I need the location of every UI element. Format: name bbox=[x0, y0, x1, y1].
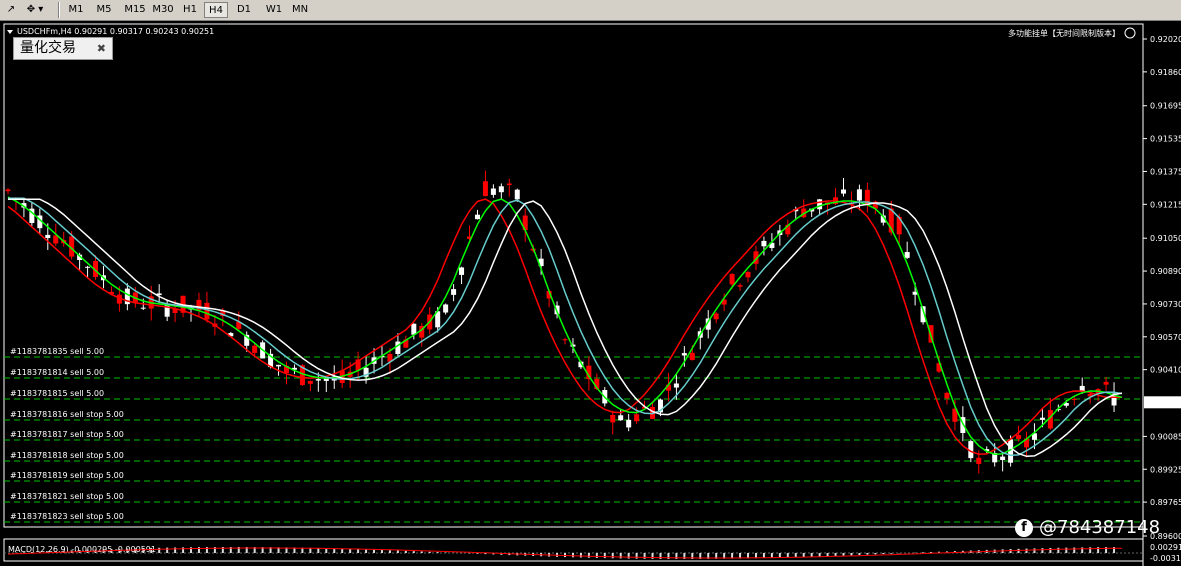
macd-axis-label: -0.00316 bbox=[1150, 554, 1181, 563]
candle-body bbox=[1016, 435, 1022, 439]
macd-axis-label: 0.00291 bbox=[1150, 543, 1181, 552]
watermark-text: @784387148 bbox=[1039, 517, 1161, 538]
expert-name: 多功能挂单【无时间限制版本】 bbox=[1008, 28, 1120, 38]
timeframe-m30-button[interactable]: M30 bbox=[148, 2, 178, 18]
candle-body bbox=[856, 189, 862, 201]
expert-advisor-panel[interactable]: 量化交易 ✖ bbox=[13, 37, 113, 60]
expert-advisor-label: 量化交易 bbox=[20, 40, 76, 56]
price-axis-label: 0.91215 bbox=[1150, 200, 1181, 209]
price-axis-label: 0.91695 bbox=[1150, 102, 1181, 111]
candle-body bbox=[761, 240, 767, 247]
candle-body bbox=[490, 188, 496, 195]
candle-body bbox=[745, 272, 751, 278]
cursor-icon[interactable]: ↗ bbox=[4, 2, 18, 18]
candle-body bbox=[204, 302, 210, 320]
order-label: #1183781818 sell stop 5.00 bbox=[10, 451, 124, 460]
order-label: #1183781817 sell stop 5.00 bbox=[10, 430, 124, 439]
price-axis-label: 0.92020 bbox=[1150, 35, 1181, 44]
timeframe-mn-button[interactable]: MN bbox=[288, 2, 312, 18]
candle-body bbox=[1039, 417, 1045, 420]
order-label: #1183781821 sell stop 5.00 bbox=[10, 492, 124, 501]
candle-body bbox=[944, 392, 950, 399]
candle-body bbox=[315, 379, 321, 381]
candle-body bbox=[482, 181, 488, 197]
candle-body bbox=[673, 383, 679, 388]
timeframe-w1-button[interactable]: W1 bbox=[262, 2, 286, 18]
collapse-icon bbox=[7, 30, 13, 34]
order-label: #1183781823 sell stop 5.00 bbox=[10, 512, 124, 521]
chart-header: USDCHFm,H4 0.90291 0.90317 0.90243 0.902… bbox=[17, 27, 214, 36]
candle-body bbox=[737, 285, 743, 287]
order-label: #1183781835 sell 5.00 bbox=[10, 347, 104, 356]
candle-body bbox=[618, 415, 624, 421]
candle-body bbox=[713, 313, 719, 320]
price-chart[interactable]: 0.92020 0.91860 0.91695 0.91535 0.91375 0.912… bbox=[0, 21, 1181, 566]
price-axis-label: 0.91860 bbox=[1150, 68, 1181, 77]
timeframe-h1-button[interactable]: H1 bbox=[178, 2, 202, 18]
candle-body bbox=[451, 289, 457, 295]
price-axis-label: 0.90410 bbox=[1150, 366, 1181, 375]
price-axis-label: 0.91375 bbox=[1150, 167, 1181, 176]
line-tools-icon[interactable]: ✥ ▾ bbox=[22, 2, 48, 18]
candle-body bbox=[729, 274, 735, 285]
candle-body bbox=[634, 414, 640, 422]
candle-body bbox=[252, 345, 258, 353]
candle-body bbox=[681, 353, 687, 356]
price-axis-label: 0.89765 bbox=[1150, 498, 1181, 507]
watermark: f @784387148 bbox=[1015, 517, 1160, 538]
candle-body bbox=[514, 189, 520, 200]
candle-body bbox=[276, 364, 282, 367]
candle-body bbox=[307, 380, 313, 384]
candle-body bbox=[841, 189, 846, 194]
price-axis-label: 0.91050 bbox=[1150, 234, 1181, 243]
candle-body bbox=[1071, 398, 1077, 400]
order-label: #1183781816 sell stop 5.00 bbox=[10, 410, 124, 419]
candle-body bbox=[5, 189, 11, 192]
candle-body bbox=[976, 457, 982, 464]
timeframe-m15-button[interactable]: M15 bbox=[120, 2, 150, 18]
smiley-icon bbox=[1124, 27, 1136, 39]
candle-body bbox=[1103, 381, 1109, 385]
price-axis-label: 0.90570 bbox=[1150, 333, 1181, 342]
candle-body bbox=[395, 341, 401, 355]
candle-body bbox=[498, 186, 504, 193]
price-axis-label: 0.90085 bbox=[1150, 432, 1181, 441]
candle-body bbox=[443, 304, 449, 313]
price-axis-label: 0.89925 bbox=[1150, 465, 1181, 474]
candle-body bbox=[1000, 456, 1006, 461]
candle-body bbox=[626, 419, 632, 428]
candle-body bbox=[140, 307, 146, 309]
candle-body bbox=[506, 183, 512, 186]
candle-body bbox=[817, 199, 823, 210]
current-price-label: 0.90251 bbox=[1148, 398, 1181, 407]
candle-body bbox=[610, 414, 616, 423]
timeframe-toolbar: ↗ ✥ ▾ M1 M5 M15 M30 H1 H4 D1 W1 MN bbox=[0, 0, 1181, 21]
timeframe-m5-button[interactable]: M5 bbox=[92, 2, 116, 18]
candle-body bbox=[459, 267, 465, 275]
candle-body bbox=[689, 352, 695, 360]
candle-body bbox=[904, 252, 910, 258]
price-axis-label: 0.90730 bbox=[1150, 300, 1181, 309]
timeframe-h4-button[interactable]: H4 bbox=[204, 2, 228, 18]
candle-body bbox=[45, 234, 51, 239]
candle-body bbox=[474, 214, 480, 220]
candle-body bbox=[85, 266, 91, 268]
price-axis-label: 0.90890 bbox=[1150, 267, 1181, 276]
order-label: #1183781814 sell 5.00 bbox=[10, 368, 104, 377]
candle-body bbox=[562, 339, 568, 341]
timeframe-m1-button[interactable]: M1 bbox=[64, 2, 88, 18]
social-icon: f bbox=[1015, 519, 1033, 537]
timeframe-d1-button[interactable]: D1 bbox=[232, 2, 256, 18]
order-label: #1183781819 sell stop 5.00 bbox=[10, 471, 124, 480]
order-label: #1183781815 sell 5.00 bbox=[10, 389, 104, 398]
close-icon[interactable]: ✖ bbox=[97, 38, 106, 59]
price-axis-label: 0.91535 bbox=[1150, 135, 1181, 144]
